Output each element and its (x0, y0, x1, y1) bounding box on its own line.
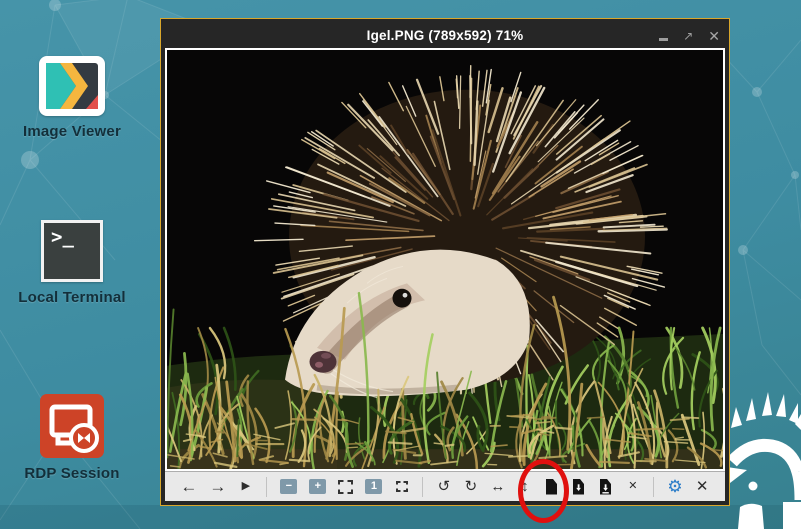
desktop: Image Viewer >_ Local Terminal RDP Sessi… (0, 0, 801, 529)
igel-logo (720, 390, 801, 529)
actual-size-button[interactable]: 1 (365, 479, 382, 494)
toolbar-separator (653, 477, 654, 497)
zoom-in-button[interactable]: + (309, 479, 326, 494)
previous-image-button[interactable]: ← (180, 477, 197, 497)
play-slideshow-button[interactable]: ▶ (238, 477, 253, 497)
desktop-icon-label: Local Terminal (18, 289, 126, 306)
rotate-cw-button[interactable]: ↻ (463, 477, 478, 497)
fit-to-window-button[interactable] (338, 477, 353, 497)
settings-button[interactable]: ⚙ (667, 477, 682, 497)
viewer-toolbar: ←→▶−+ 1 ↺↻↔↕ ✕⚙✕ (165, 471, 725, 501)
rotate-ccw-button[interactable]: ↺ (436, 477, 451, 497)
desktop-icon-local-terminal[interactable]: >_ Local Terminal (0, 220, 144, 306)
minimize-button[interactable] (659, 38, 668, 41)
image-viewer-icon (39, 56, 105, 116)
maximize-button[interactable]: ↗ (683, 30, 693, 42)
red-circle-annotation (518, 459, 569, 523)
image-viewer-window: Igel.PNG (789x592) 71% ↗ ✕ (160, 18, 730, 506)
next-image-button[interactable]: → (209, 477, 226, 497)
window-title: Igel.PNG (789x592) 71% (367, 28, 524, 43)
close-window-button[interactable]: ✕ (695, 477, 710, 497)
toolbar-separator (266, 477, 267, 497)
desktop-icon-image-viewer[interactable]: Image Viewer (0, 56, 144, 140)
rdp-icon (40, 394, 104, 458)
save-as-button[interactable] (598, 477, 613, 497)
desktop-bottom-strip (0, 505, 801, 529)
image-canvas[interactable] (165, 48, 725, 471)
toolbar-separator (422, 477, 423, 497)
save-button[interactable] (571, 477, 586, 497)
fullscreen-button[interactable] (394, 477, 409, 497)
hedgehog-photo (167, 50, 723, 469)
desktop-icon-label: RDP Session (24, 465, 119, 482)
window-controls: ↗ ✕ (659, 23, 720, 48)
window-titlebar[interactable]: Igel.PNG (789x592) 71% ↗ ✕ (165, 23, 725, 48)
close-image-button[interactable]: ✕ (625, 477, 640, 497)
zoom-out-button[interactable]: − (280, 479, 297, 494)
desktop-icon-rdp-session[interactable]: RDP Session (0, 394, 144, 482)
terminal-prompt-glyph: >_ (51, 226, 74, 248)
flip-horizontal-button[interactable]: ↔ (490, 477, 505, 497)
desktop-icon-label: Image Viewer (23, 123, 121, 140)
close-button[interactable]: ✕ (708, 29, 720, 43)
terminal-icon: >_ (41, 220, 103, 282)
